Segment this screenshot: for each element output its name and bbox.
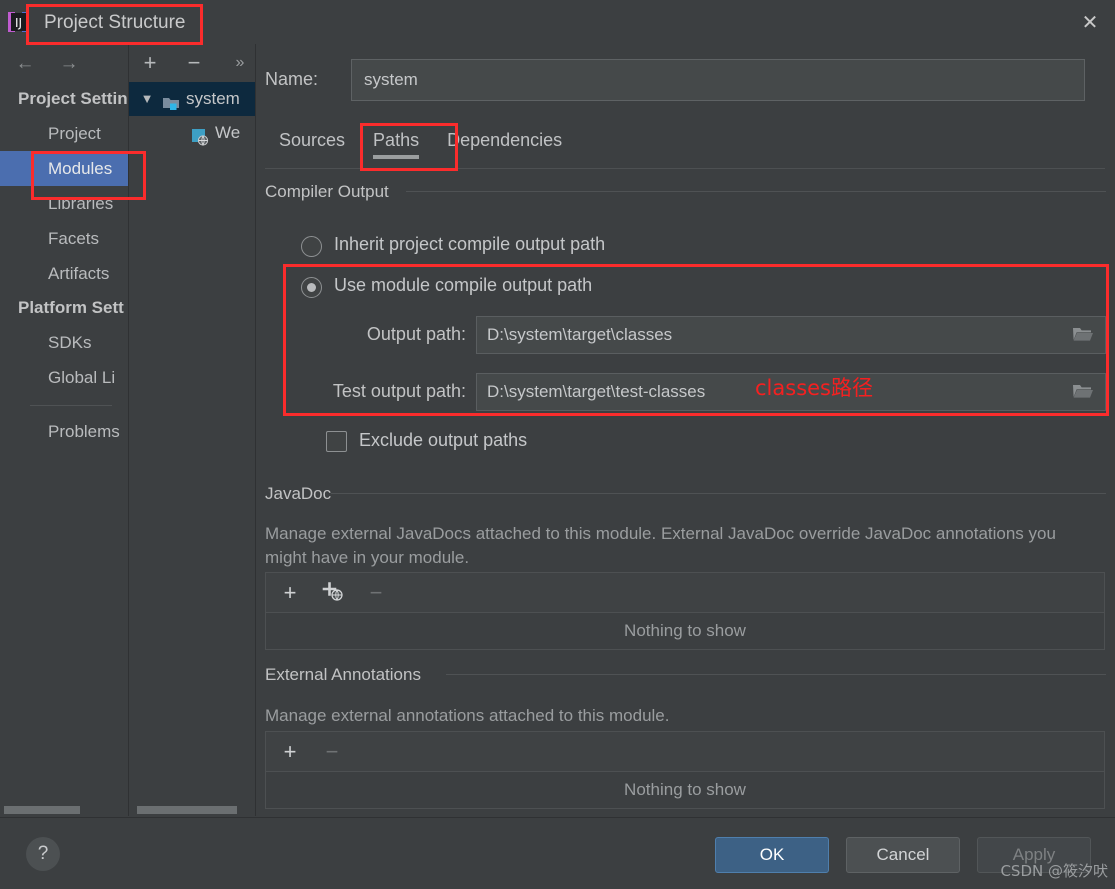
external-annotations-empty-text: Nothing to show — [266, 772, 1104, 808]
sidebar-item-artifacts[interactable]: Artifacts — [0, 256, 128, 291]
javadoc-empty-text: Nothing to show — [266, 613, 1104, 649]
javadoc-add-url-button[interactable] — [318, 578, 346, 608]
exclude-output-paths-checkbox[interactable]: Exclude output paths — [326, 430, 528, 452]
radio-label: Use module compile output path — [334, 275, 593, 295]
sidebar-item-global-libraries[interactable]: Global Li — [0, 360, 128, 395]
cancel-button[interactable]: Cancel — [846, 837, 960, 873]
sidebar-item-project[interactable]: Project — [0, 116, 128, 151]
sidebar-group-project-settings: Project Settin — [18, 89, 128, 108]
radio-inherit-project-output[interactable]: Inherit project compile output path — [301, 234, 606, 257]
javadoc-group-line — [331, 493, 1106, 494]
sidebar-item-modules[interactable]: Modules — [0, 151, 128, 186]
title-bar: IJ Project Structure ✕ — [0, 0, 1115, 44]
tab-active-underline — [373, 155, 420, 159]
module-name-input[interactable] — [351, 59, 1085, 101]
sidebar-item-libraries[interactable]: Libraries — [0, 186, 128, 221]
external-annotations-group-line — [446, 674, 1106, 675]
javadoc-list-block: + − Nothing to show — [265, 572, 1105, 650]
svg-text:IJ: IJ — [15, 16, 22, 30]
radio-circle-selected-icon — [301, 277, 322, 298]
forward-arrow-icon[interactable]: → — [56, 52, 82, 76]
remove-module-button[interactable]: − — [181, 50, 207, 76]
output-path-field-wrap — [476, 316, 1106, 354]
external-annotations-list-block: + − Nothing to show — [265, 731, 1105, 809]
tree-node-web[interactable]: We — [129, 116, 255, 150]
tab-divider — [265, 168, 1105, 169]
test-output-path-field-wrap — [476, 373, 1106, 411]
module-name-row: Name: — [265, 59, 1105, 103]
external-annotations-description: Manage external annotations attached to … — [265, 706, 670, 725]
close-icon[interactable]: ✕ — [1065, 0, 1115, 44]
folder-icon[interactable] — [1061, 374, 1105, 410]
sidebar-divider — [30, 405, 112, 406]
sidebar-item-facets[interactable]: Facets — [0, 221, 128, 256]
tree-node-system[interactable]: ▼ system — [129, 82, 255, 116]
compiler-output-group-title: Compiler Output — [265, 182, 399, 202]
checkbox-icon — [326, 431, 347, 452]
sidebar-group-platform-settings: Platform Sett — [18, 298, 124, 317]
project-structure-dialog: IJ Project Structure ✕ ← → Project Setti… — [0, 0, 1115, 889]
folder-icon[interactable] — [1061, 317, 1105, 353]
javadoc-description: Manage external JavaDocs attached to thi… — [265, 524, 1056, 567]
javadoc-add-button[interactable]: + — [276, 578, 304, 608]
module-tree-toolbar: + − » — [129, 44, 255, 82]
output-path-label: Output path: — [366, 324, 466, 344]
ok-button[interactable]: OK — [715, 837, 829, 873]
sidebar-item-problems[interactable]: Problems — [0, 414, 128, 449]
tree-horizontal-scrollbar[interactable] — [129, 804, 255, 816]
back-arrow-icon[interactable]: ← — [12, 52, 38, 76]
dialog-button-bar: ? OK Cancel Apply CSDN @筱汐吠 — [0, 817, 1115, 889]
test-output-path-input[interactable] — [476, 373, 1106, 411]
watermark: CSDN @筱汐吠 — [1000, 862, 1108, 880]
web-facet-icon — [191, 124, 209, 146]
javadoc-group-title: JavaDoc — [265, 484, 342, 504]
external-annotations-toolbar: + − — [266, 732, 1104, 772]
sidebar-horizontal-scrollbar[interactable] — [0, 804, 128, 816]
tab-label: Dependencies — [447, 130, 563, 150]
module-tree-panel: + − » ▼ system We — [128, 44, 255, 816]
intellij-idea-icon: IJ — [8, 11, 30, 33]
module-detail-panel: Name: Sources Paths Dependencies Compile… — [255, 44, 1115, 816]
external-annotations-remove-button: − — [325, 739, 339, 764]
window-title: Project Structure — [44, 12, 186, 33]
help-button[interactable]: ? — [26, 837, 60, 871]
checkbox-label: Exclude output paths — [359, 430, 528, 450]
module-tabs: Sources Paths Dependencies — [265, 120, 1105, 168]
radio-label: Inherit project compile output path — [334, 234, 606, 254]
tree-node-label: We — [215, 123, 241, 142]
external-annotations-group-title: External Annotations — [265, 665, 431, 685]
tab-dependencies[interactable]: Dependencies — [433, 120, 576, 164]
javadoc-remove-button: − — [369, 580, 383, 605]
sidebar-item-sdks[interactable]: SDKs — [0, 325, 128, 360]
add-module-button[interactable]: + — [137, 50, 163, 76]
radio-use-module-output[interactable]: Use module compile output path — [301, 275, 593, 298]
external-annotations-add-button[interactable]: + — [276, 737, 304, 767]
javadoc-toolbar: + − — [266, 573, 1104, 613]
sidebar-nav-toolbar: ← → — [0, 44, 128, 82]
tab-label: Paths — [373, 130, 420, 150]
test-output-path-label: Test output path: — [332, 381, 466, 401]
chevron-down-icon[interactable]: ▼ — [139, 82, 155, 116]
tab-sources[interactable]: Sources — [265, 120, 359, 164]
compiler-output-group-line — [406, 191, 1106, 192]
tab-paths[interactable]: Paths — [359, 120, 433, 164]
module-name-label: Name: — [265, 69, 319, 89]
more-options-button[interactable]: » — [227, 50, 253, 76]
output-path-input[interactable] — [476, 316, 1106, 354]
tab-label: Sources — [279, 130, 346, 150]
radio-circle-icon — [301, 236, 322, 257]
module-folder-icon — [162, 90, 180, 110]
settings-sidebar: ← → Project Settin Project Modules Libra… — [0, 44, 128, 816]
